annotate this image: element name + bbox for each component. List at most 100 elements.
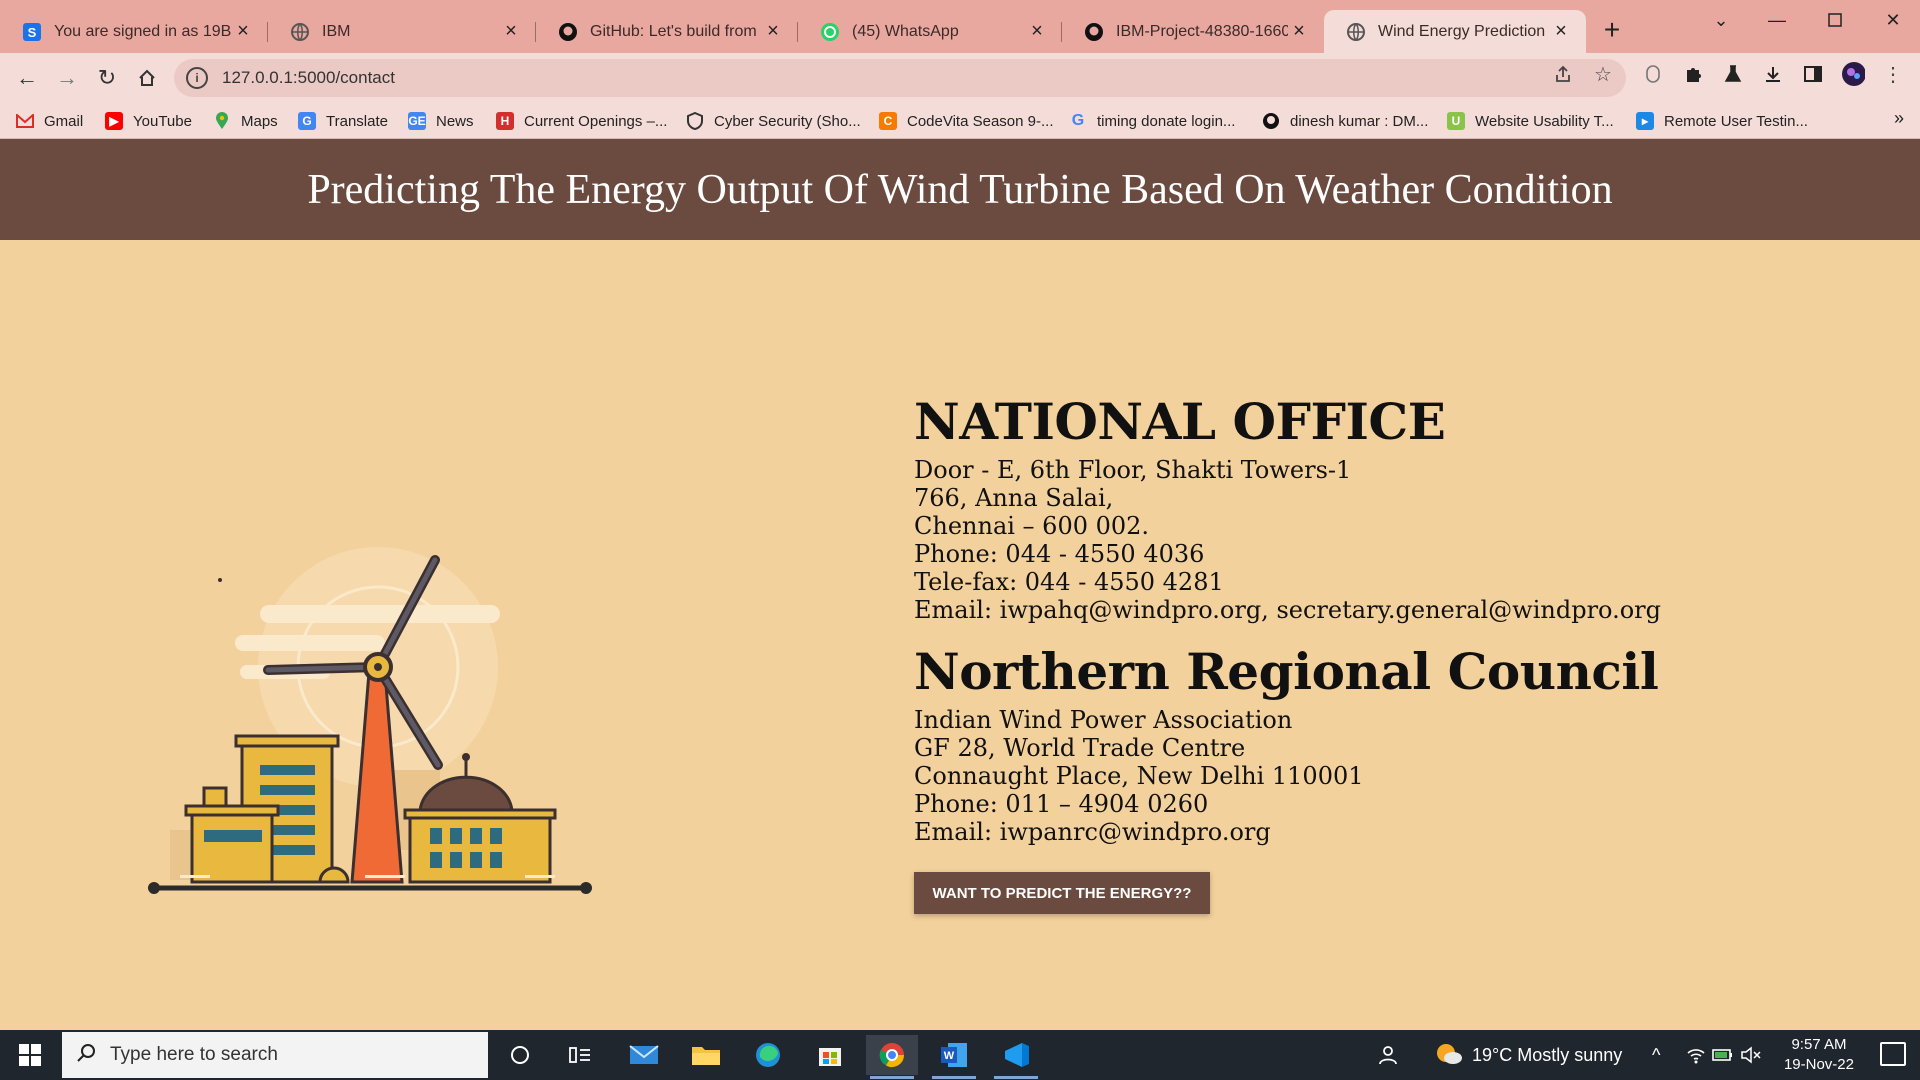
national-email: Email: iwpahq@windpro.org, secretary.gen… — [914, 596, 1661, 624]
national-address-line: Door - E, 6th Floor, Shakti Towers-1 — [914, 456, 1352, 484]
volume-muted-icon[interactable] — [1740, 1030, 1762, 1080]
bookmark-cyber-security[interactable]: Cyber Security (Sho... — [686, 109, 861, 133]
close-icon[interactable]: × — [232, 20, 254, 43]
show-hidden-icons-chevron-icon[interactable]: ^ — [1652, 1030, 1660, 1080]
forward-icon[interactable]: → — [52, 63, 82, 93]
bookmark-timing-donate[interactable]: G timing donate login... — [1069, 109, 1236, 133]
bookmark-maps[interactable]: Maps — [213, 109, 278, 133]
openings-icon: H — [496, 112, 514, 130]
file-explorer-icon[interactable] — [680, 1035, 732, 1075]
tab-wind-energy[interactable]: Wind Energy Prediction × — [1324, 10, 1586, 53]
tab-whatsapp[interactable]: (45) WhatsApp × — [798, 10, 1062, 53]
svg-text:S: S — [28, 25, 37, 40]
contact-section: NATIONAL OFFICE Door - E, 6th Floor, Sha… — [914, 388, 1914, 846]
tab-ibm[interactable]: IBM × — [268, 10, 536, 53]
menu-kebab-icon[interactable]: ⋮ — [1881, 62, 1905, 86]
tab-title: IBM — [322, 22, 351, 40]
weather-sun-icon — [1434, 1041, 1464, 1070]
maximize-button[interactable] — [1812, 4, 1858, 36]
bookmark-website-usability[interactable]: U Website Usability T... — [1447, 109, 1614, 133]
address-bar[interactable]: i 127.0.0.1:5000/contact — [174, 59, 1626, 97]
bookmark-dinesh-kumar[interactable]: dinesh kumar : DM... — [1262, 109, 1428, 133]
bookmark-star-icon[interactable]: ☆ — [1591, 62, 1615, 86]
url-text: 127.0.0.1:5000/contact — [222, 68, 395, 87]
bookmark-label: News — [436, 112, 474, 130]
tab-title: (45) WhatsApp — [852, 22, 959, 40]
site-info-icon[interactable]: i — [186, 67, 208, 89]
weather-text: 19°C Mostly sunny — [1472, 1044, 1623, 1065]
bookmark-gmail[interactable]: Gmail — [16, 109, 83, 133]
people-icon[interactable] — [1376, 1030, 1398, 1080]
northern-phone: Phone: 011 – 4904 0260 — [914, 790, 1209, 818]
windows-taskbar: Type here to search W 19°C Mostly sunny … — [0, 1030, 1920, 1080]
mail-icon[interactable] — [618, 1035, 670, 1075]
word-icon[interactable]: W — [928, 1035, 980, 1079]
wifi-icon[interactable] — [1686, 1030, 1706, 1080]
store-icon[interactable] — [804, 1035, 856, 1075]
testing-icon: ▸ — [1636, 112, 1654, 130]
google-icon: G — [1071, 112, 1085, 129]
bookmark-youtube[interactable]: ▶ YouTube — [105, 109, 192, 133]
bookmark-label: timing donate login... — [1097, 112, 1236, 130]
globe-icon — [290, 22, 310, 42]
weather-widget[interactable]: 19°C Mostly sunny — [1434, 1030, 1622, 1080]
maps-icon — [213, 112, 231, 130]
battery-icon[interactable] — [1712, 1030, 1734, 1080]
bookmark-translate[interactable]: G Translate — [298, 109, 388, 133]
close-icon[interactable]: × — [1550, 20, 1572, 43]
tab-search-icon[interactable]: ⌄ — [1698, 4, 1744, 36]
puzzle-extensions-icon[interactable] — [1681, 62, 1705, 86]
new-tab-button[interactable]: + — [1598, 16, 1626, 45]
edge-icon[interactable] — [742, 1035, 794, 1075]
northern-address-line: Indian Wind Power Association — [914, 706, 1293, 734]
side-panel-icon[interactable] — [1801, 62, 1825, 86]
gmail-icon — [16, 112, 34, 130]
vscode-icon[interactable] — [990, 1035, 1042, 1079]
home-icon[interactable] — [132, 63, 162, 93]
notification-center-icon[interactable] — [1880, 1042, 1906, 1066]
chrome-beta-icon[interactable] — [866, 1035, 918, 1079]
close-icon[interactable]: × — [1026, 20, 1048, 43]
codevita-icon: C — [879, 112, 897, 130]
profile-avatar[interactable] — [1841, 62, 1865, 86]
predict-energy-button[interactable]: WANT TO PREDICT THE ENERGY?? — [914, 872, 1210, 914]
github-icon — [558, 22, 578, 42]
download-icon[interactable] — [1761, 62, 1785, 86]
bookmark-label: YouTube — [133, 112, 192, 130]
bookmark-remote-user-testing[interactable]: ▸ Remote User Testin... — [1636, 109, 1808, 133]
minimize-button[interactable]: — — [1754, 4, 1800, 36]
taskbar-search-box[interactable]: Type here to search — [62, 1032, 488, 1078]
page-title: Predicting The Energy Output Of Wind Tur… — [307, 166, 1613, 213]
close-icon[interactable]: × — [500, 20, 522, 43]
bookmark-label: dinesh kumar : DM... — [1290, 112, 1429, 130]
labs-flask-icon[interactable] — [1721, 62, 1745, 86]
close-icon[interactable]: × — [762, 20, 784, 43]
bookmark-label: Cyber Security (Sho... — [714, 112, 861, 130]
bookmarks-overflow-button[interactable]: » — [1894, 108, 1904, 129]
bookmark-current-openings[interactable]: H Current Openings –... — [496, 109, 667, 133]
close-icon[interactable]: × — [1288, 20, 1310, 43]
github-icon — [1262, 112, 1280, 130]
northern-address-line: GF 28, World Trade Centre — [914, 734, 1246, 762]
close-window-button[interactable]: ✕ — [1870, 4, 1916, 36]
news-icon: GE — [408, 112, 426, 130]
tab-github[interactable]: GitHub: Let's build from here × — [536, 10, 798, 53]
extension-shield-icon[interactable] — [1641, 62, 1665, 86]
youtube-icon: ▶ — [105, 112, 123, 130]
usability-icon: U — [1447, 112, 1465, 130]
national-telefax: Tele-fax: 044 - 4550 4281 — [914, 568, 1224, 596]
bookmark-codevita[interactable]: C CodeVita Season 9-... — [879, 109, 1053, 133]
wind-turbine-illustration — [140, 530, 600, 900]
system-clock[interactable]: 9:57 AM 19-Nov-22 — [1784, 1035, 1854, 1075]
cortana-icon[interactable] — [494, 1035, 546, 1075]
reload-icon[interactable]: ↻ — [92, 63, 122, 93]
task-view-icon[interactable] — [554, 1035, 606, 1075]
tab-ibm-project[interactable]: IBM-Project-48380-1660808... × — [1062, 10, 1324, 53]
tab-signed-in[interactable]: S You are signed in as 19BCS... × — [0, 10, 268, 53]
bookmark-news[interactable]: GE News — [408, 109, 474, 133]
share-icon[interactable] — [1551, 62, 1575, 86]
tab-strip: S You are signed in as 19BCS... × IBM × … — [0, 0, 1920, 53]
back-icon[interactable]: ← — [12, 63, 42, 93]
windows-start-icon[interactable] — [0, 1030, 60, 1080]
bookmark-label: Translate — [326, 112, 388, 130]
